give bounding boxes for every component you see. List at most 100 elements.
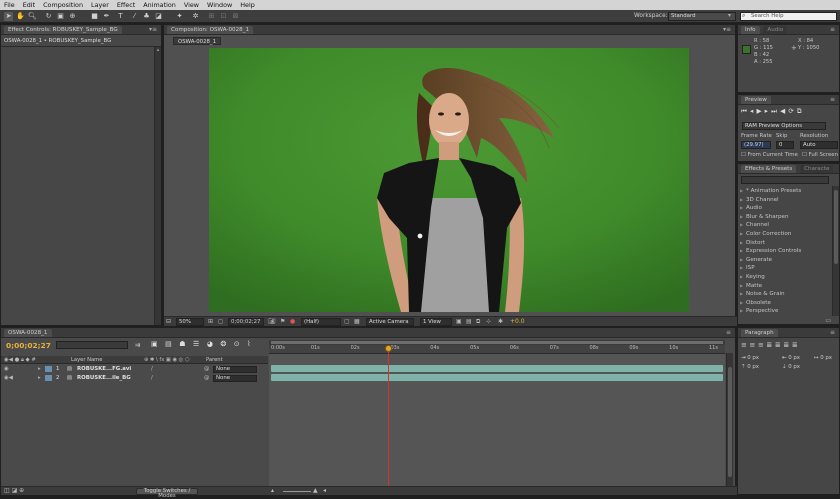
justify-all-icon[interactable]: ≣	[792, 341, 800, 349]
pen-tool-icon[interactable]: ✒	[102, 12, 111, 21]
hand-tool-icon[interactable]: ✋	[16, 12, 25, 21]
layer-quality-icon[interactable]: /	[151, 374, 153, 382]
menu-file[interactable]: File	[0, 1, 19, 9]
layer-name[interactable]: ROBUSKE...FG.avi	[77, 365, 131, 373]
space-after-field[interactable]: ⇣ 0 px	[782, 364, 800, 370]
first-frame-icon[interactable]: ⏮	[741, 107, 750, 115]
label-color-chip[interactable]	[45, 375, 52, 381]
roto-brush-tool-icon[interactable]: ✦	[175, 12, 184, 21]
brainstorm-icon[interactable]: ❂	[220, 340, 233, 348]
panel-menu-icon[interactable]: ▾≡	[723, 25, 731, 34]
time-ruler[interactable]: 0:00s 01s 02s 03s 04s 05s 06s 07s 08s 09…	[269, 345, 725, 354]
motion-blur-icon[interactable]: ◕	[207, 340, 221, 348]
video-eye-icon[interactable]: ◉◀	[4, 374, 13, 382]
preview-tab[interactable]: Preview	[741, 96, 771, 104]
timeline-current-time[interactable]: 0;00;02;27	[6, 341, 51, 350]
align-center-icon[interactable]: ≡	[749, 341, 757, 349]
menu-effect[interactable]: Effect	[113, 1, 139, 9]
list-item[interactable]: Generate	[740, 256, 828, 265]
puppet-tool-icon[interactable]: ✲	[191, 12, 200, 21]
timeline-search-input[interactable]	[56, 341, 128, 349]
label-color-chip[interactable]	[45, 366, 52, 372]
zoom-slider[interactable]	[283, 491, 311, 492]
effect-controls-tab[interactable]: Effect Controls: ROBUSKEY_Sample_BG	[4, 26, 122, 34]
comp-flowchart-icon[interactable]: ⊹	[486, 318, 491, 325]
camera-tool-icon[interactable]: ▣	[56, 12, 65, 21]
text-tool-icon[interactable]: T	[116, 12, 125, 21]
list-item[interactable]: Distort	[740, 239, 828, 248]
draft-3d-icon[interactable]: ▤	[165, 340, 179, 348]
axis-local-icon[interactable]: ⊞	[207, 12, 216, 21]
loop-icon[interactable]: ⟳	[788, 107, 797, 115]
info-tab[interactable]: Info	[741, 26, 760, 34]
scroll-thumb[interactable]	[834, 190, 838, 264]
list-item[interactable]: Noise & Grain	[740, 290, 828, 299]
toggle-pixel-aspect-icon[interactable]: ▣	[456, 318, 462, 325]
frame-rate-select[interactable]: (29.97)	[741, 141, 771, 149]
justify-right-icon[interactable]: ≣	[783, 341, 791, 349]
scroll-left-icon[interactable]: ◂	[323, 487, 326, 494]
indent-left-field[interactable]: ⇥ 0 px	[741, 355, 759, 361]
rotate-tool-icon[interactable]: ↻	[44, 12, 53, 21]
menu-composition[interactable]: Composition	[39, 1, 87, 9]
layer-quality-icon[interactable]: /	[151, 365, 153, 373]
panel-menu-icon[interactable]: ≡	[726, 328, 731, 337]
zoom-tool-icon[interactable]: 🔍︎	[28, 12, 37, 21]
justify-left-icon[interactable]: ≣	[766, 341, 774, 349]
list-item[interactable]: Perspective	[740, 307, 828, 316]
comp-name-tab[interactable]: OSWA-0028_1	[173, 37, 222, 45]
playhead-handle[interactable]	[385, 345, 392, 352]
skip-field[interactable]: 0	[776, 141, 794, 149]
scroll-thumb[interactable]	[728, 367, 732, 477]
live-update-icon[interactable]: ▣	[151, 340, 165, 348]
grid-icon[interactable]: ⊞	[208, 318, 213, 325]
comp-mini-flowchart-icon[interactable]: ⇉	[135, 341, 140, 349]
new-folder-icon[interactable]: ▭	[825, 317, 831, 324]
resolution-select[interactable]: (Half)	[301, 318, 341, 326]
snapshot-camera-icon[interactable]: 📷︎	[268, 318, 276, 325]
auto-keyframe-icon[interactable]: ⊙	[234, 340, 247, 348]
expand-layer-icon[interactable]: ▸	[38, 374, 41, 382]
transparency-grid-icon[interactable]: ▦	[354, 318, 360, 325]
work-area-range[interactable]	[271, 341, 723, 344]
panel-menu-icon[interactable]: ≡	[830, 25, 835, 34]
scroll-up-icon[interactable]: ▴	[155, 47, 161, 53]
paragraph-tab[interactable]: Paragraph	[741, 329, 778, 337]
frame-blending-icon[interactable]: ☰	[193, 340, 207, 348]
current-time-display[interactable]: 0;00;02;27	[228, 318, 264, 326]
rectangle-tool-icon[interactable]: ■	[90, 12, 99, 21]
menu-help[interactable]: Help	[236, 1, 259, 9]
menu-layer[interactable]: Layer	[87, 1, 113, 9]
layer-name[interactable]: ROBUSKE...ile_BG	[77, 374, 131, 382]
toggle-switches-modes-button[interactable]: Toggle Switches / Modes	[136, 488, 198, 499]
effect-controls-scrollbar[interactable]: ▴	[154, 47, 161, 325]
full-screen-checkbox[interactable]: ☐ Full Screen	[802, 152, 838, 158]
resolution-select[interactable]: Auto	[800, 141, 838, 149]
list-item[interactable]: Audio	[740, 204, 828, 213]
parent-select[interactable]: None	[213, 366, 257, 373]
list-item[interactable]: Color Correction	[740, 230, 828, 239]
list-item[interactable]: Channel	[740, 221, 828, 230]
menu-window[interactable]: Window	[203, 1, 236, 9]
search-help-input[interactable]: Search Help	[740, 12, 837, 21]
selection-tool-icon[interactable]: ➤	[4, 12, 13, 21]
axis-view-icon[interactable]: ⊠	[231, 12, 240, 21]
ram-preview-icon[interactable]: ⧉	[797, 107, 805, 115]
channel-icon[interactable]: ●	[290, 318, 295, 325]
workspace-select[interactable]: Standard	[668, 12, 736, 21]
layer-name-column[interactable]: Layer Name	[71, 356, 102, 364]
table-row[interactable]: ◉ ▸ 1 ▤ ROBUSKE...FG.avi / @ None	[1, 365, 267, 373]
hide-shy-icon[interactable]: ☗	[179, 340, 193, 348]
timeline-tab[interactable]: OSWA-0028_1	[4, 329, 52, 337]
parent-select[interactable]: None	[213, 375, 257, 382]
list-item[interactable]: Obsolete	[740, 299, 828, 308]
clone-stamp-tool-icon[interactable]: ♣	[142, 12, 151, 21]
from-current-checkbox[interactable]: ☐ From Current Time	[741, 152, 798, 158]
list-item[interactable]: Matte	[740, 282, 828, 291]
always-preview-icon[interactable]: ⊟	[166, 318, 171, 325]
list-item[interactable]: 3D Channel	[740, 196, 828, 205]
zoom-in-icon[interactable]: ▲	[313, 487, 318, 494]
menu-animation[interactable]: Animation	[139, 1, 180, 9]
parent-column[interactable]: Parent	[206, 356, 223, 364]
reset-exposure-icon[interactable]: ✱	[498, 318, 503, 325]
